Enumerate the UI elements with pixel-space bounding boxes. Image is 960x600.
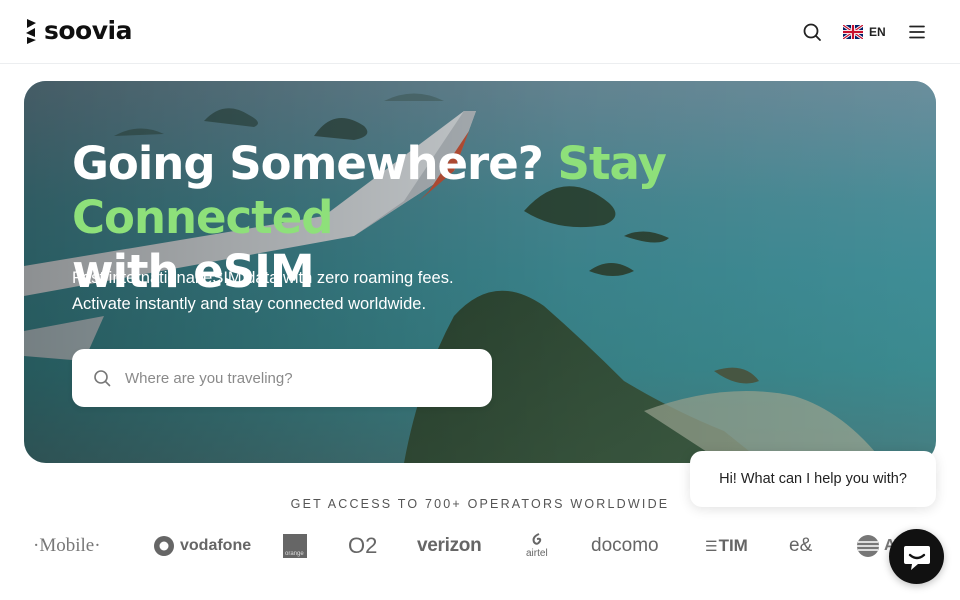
destination-search[interactable] [72,349,492,407]
operator-logo-tim: ☰ TIM [705,526,748,566]
header-search-button[interactable] [801,21,823,43]
airtel-label: airtel [526,548,548,559]
hero-subtitle-line1: Fast international eSIM data with zero r… [72,269,454,287]
brand-name: soovia [44,16,132,45]
search-icon [94,370,111,387]
destination-search-input[interactable] [125,369,465,387]
hero-title-part1: Going Somewhere? [72,137,558,190]
operator-logo-vodafone: vodafone [153,526,251,566]
orange-label: orange [285,551,304,557]
att-globe-icon [857,535,879,557]
operator-logos: ·Mobile· vodafone orange O2 verizon airt… [0,526,960,566]
vodafone-icon [154,536,174,556]
hero-subtitle-line2: Activate instantly and stay connected wo… [72,295,427,313]
vodafone-label: vodafone [180,537,252,554]
menu-button[interactable] [907,22,927,42]
hamburger-menu-icon [909,25,925,39]
logo-mark-icon [26,19,36,44]
operator-logo-tmobile: ·Mobile· [33,535,101,556]
chat-launcher-button[interactable] [889,529,944,584]
tim-stripes-icon: ☰ [705,537,717,554]
orange-logo-square: orange [283,534,307,558]
chat-icon [903,545,930,570]
operator-logo-airtel: airtel [526,526,548,566]
operator-logo-docomo: docomo [591,535,659,556]
operator-logo-orange: orange [283,526,307,566]
brand-logo[interactable]: soovia [24,17,132,45]
search-icon [803,23,821,41]
hero-subtitle: Fast international eSIM data with zero r… [72,265,592,317]
language-code: EN [869,25,886,39]
airtel-icon [532,533,542,545]
operator-logo-etisalat: e& [789,535,813,556]
uk-flag-icon [843,25,863,39]
hero-banner: Going Somewhere? Stay Connected with eSIM… [24,81,936,463]
tim-label: TIM [718,536,748,555]
chat-greeting-bubble[interactable]: Hi! What can I help you with? [690,451,936,507]
operator-logo-o2: O2 [348,533,378,558]
site-header: soovia EN [0,0,960,64]
language-selector[interactable]: EN [843,22,886,42]
operator-logo-verizon: verizon [417,535,482,556]
